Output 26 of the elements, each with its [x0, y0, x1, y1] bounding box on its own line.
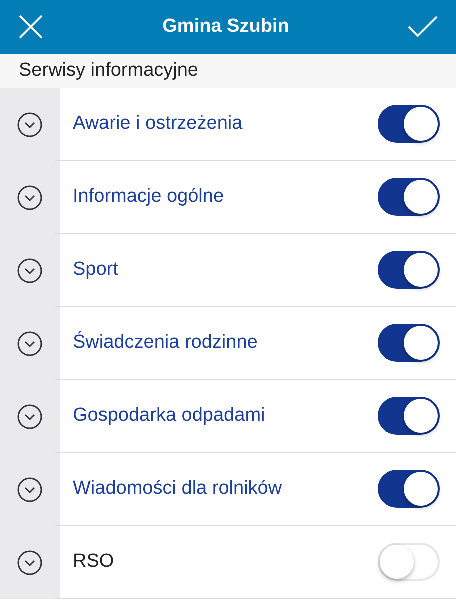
service-label: Informacje ogólne — [73, 186, 224, 208]
toggle-switch[interactable] — [378, 178, 440, 216]
confirm-button[interactable] — [408, 15, 438, 39]
toggle-switch[interactable] — [378, 105, 440, 143]
toggle-switch[interactable] — [378, 324, 440, 362]
expand-icon[interactable] — [17, 476, 43, 502]
section-title: Serwisy informacyjne — [19, 60, 198, 82]
service-label: Gospodarka odpadami — [73, 405, 266, 427]
service-label: Świadczenia rodzinne — [73, 332, 258, 354]
expand-icon[interactable] — [17, 258, 43, 284]
expand-icon[interactable] — [17, 184, 43, 210]
service-label: Wiadomości dla rolników — [73, 478, 282, 500]
expand-icon[interactable] — [17, 330, 43, 356]
toggle-switch[interactable] — [378, 397, 440, 435]
service-label: Sport — [73, 259, 118, 281]
toggle-switch[interactable] — [378, 470, 440, 508]
close-button[interactable] — [18, 14, 44, 40]
expand-icon[interactable] — [17, 550, 43, 576]
close-icon — [18, 14, 44, 40]
service-label: Awarie i ostrzeżenia — [73, 113, 243, 135]
toggle-switch[interactable] — [378, 251, 440, 289]
service-label: RSO — [73, 551, 114, 573]
window-title: Gmina Szubin — [162, 16, 290, 38]
expand-icon[interactable] — [17, 112, 43, 138]
checkmark-icon — [408, 15, 438, 39]
expand-icon[interactable] — [17, 404, 43, 430]
